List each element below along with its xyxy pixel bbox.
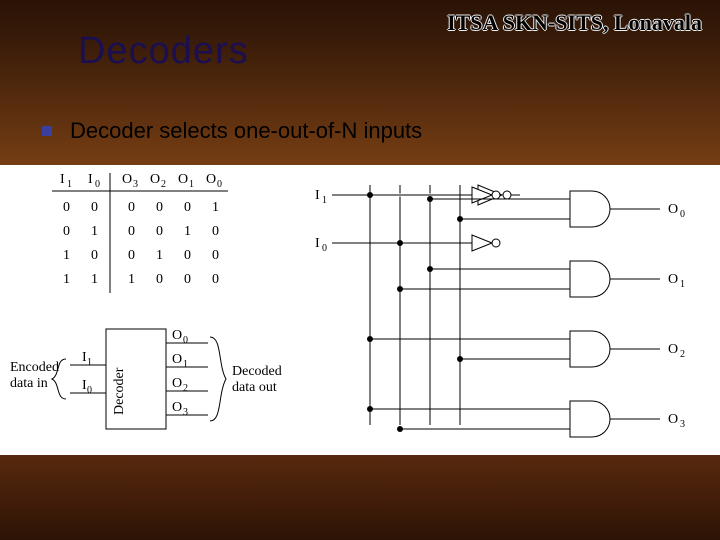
page-title: Decoders xyxy=(78,30,249,73)
svg-text:1: 1 xyxy=(63,248,70,263)
svg-text:O: O xyxy=(668,412,678,427)
svg-text:O: O xyxy=(172,376,182,391)
svg-text:2: 2 xyxy=(161,179,166,190)
svg-text:1: 1 xyxy=(212,200,219,215)
and-gate-o3: O3 xyxy=(367,401,685,437)
svg-text:O: O xyxy=(668,202,678,217)
inverter-i0 xyxy=(397,235,500,251)
svg-text:1: 1 xyxy=(183,359,188,370)
and-gate-o1: O1 xyxy=(397,261,685,297)
svg-text:0: 0 xyxy=(91,248,98,263)
svg-text:0: 0 xyxy=(95,179,100,190)
figure-panel: I1 I0 O3 O2 O1 O0 000001 010010 100100 1… xyxy=(0,165,720,455)
svg-text:data in: data in xyxy=(10,376,48,391)
truth-table: I1 I0 O3 O2 O1 O0 000001 010010 100100 1… xyxy=(52,172,228,293)
svg-text:0: 0 xyxy=(184,248,191,263)
svg-text:1: 1 xyxy=(680,279,685,290)
svg-text:0: 0 xyxy=(184,200,191,215)
svg-text:0: 0 xyxy=(128,224,135,239)
svg-text:1: 1 xyxy=(63,272,70,287)
svg-text:O: O xyxy=(122,172,132,187)
svg-text:0: 0 xyxy=(128,248,135,263)
svg-text:0: 0 xyxy=(156,200,163,215)
svg-text:I: I xyxy=(88,172,93,187)
svg-text:2: 2 xyxy=(680,349,685,360)
svg-text:O: O xyxy=(172,328,182,343)
svg-text:O: O xyxy=(206,172,216,187)
svg-text:1: 1 xyxy=(87,357,92,368)
svg-text:0: 0 xyxy=(217,179,222,190)
svg-text:I: I xyxy=(60,172,65,187)
svg-text:0: 0 xyxy=(63,224,70,239)
svg-text:3: 3 xyxy=(680,419,685,430)
diagram-svg: I1 I0 O3 O2 O1 O0 000001 010010 100100 1… xyxy=(0,165,720,455)
svg-text:2: 2 xyxy=(183,383,188,394)
svg-text:data out: data out xyxy=(232,380,277,395)
svg-text:1: 1 xyxy=(91,272,98,287)
svg-text:1: 1 xyxy=(156,248,163,263)
svg-text:0: 0 xyxy=(156,272,163,287)
and-gate-o2: O2 xyxy=(367,331,685,367)
svg-text:1: 1 xyxy=(67,179,72,190)
svg-text:0: 0 xyxy=(183,335,188,346)
svg-text:Encoded: Encoded xyxy=(10,360,59,375)
svg-text:0: 0 xyxy=(63,200,70,215)
svg-text:3: 3 xyxy=(133,179,138,190)
svg-text:O: O xyxy=(150,172,160,187)
gate-circuit: I1 I0 xyxy=(315,179,685,437)
svg-text:0: 0 xyxy=(212,272,219,287)
svg-text:0: 0 xyxy=(680,209,685,220)
slide: ITSA SKN-SITS, Lonavala Decoders Decoder… xyxy=(0,0,720,540)
block-label: Decoder xyxy=(112,367,127,415)
org-label: ITSA SKN-SITS, Lonavala xyxy=(447,10,702,36)
bullet-text: Decoder selects one-out-of-N inputs xyxy=(70,118,422,144)
svg-text:O: O xyxy=(172,400,182,415)
bullet-icon xyxy=(42,126,52,136)
svg-text:0: 0 xyxy=(91,200,98,215)
svg-text:0: 0 xyxy=(156,224,163,239)
svg-text:1: 1 xyxy=(184,224,191,239)
svg-text:I: I xyxy=(315,236,320,251)
svg-text:0: 0 xyxy=(322,243,327,254)
svg-text:0: 0 xyxy=(128,200,135,215)
svg-text:O: O xyxy=(178,172,188,187)
svg-text:O: O xyxy=(172,352,182,367)
block-diagram: Decoder I1 I0 Encoded data in O0 O1 O2 O… xyxy=(10,328,282,429)
svg-text:3: 3 xyxy=(183,407,188,418)
bullet-row: Decoder selects one-out-of-N inputs xyxy=(42,118,422,144)
svg-text:1: 1 xyxy=(91,224,98,239)
svg-text:I: I xyxy=(315,188,320,203)
svg-text:0: 0 xyxy=(212,248,219,263)
svg-text:0: 0 xyxy=(212,224,219,239)
svg-text:0: 0 xyxy=(87,385,92,396)
svg-text:1: 1 xyxy=(128,272,135,287)
and-gate-o0: O0 xyxy=(427,191,685,227)
svg-text:Decoded: Decoded xyxy=(232,364,282,379)
svg-text:1: 1 xyxy=(189,179,194,190)
svg-text:1: 1 xyxy=(322,195,327,206)
svg-text:O: O xyxy=(668,342,678,357)
svg-text:O: O xyxy=(668,272,678,287)
svg-text:0: 0 xyxy=(184,272,191,287)
